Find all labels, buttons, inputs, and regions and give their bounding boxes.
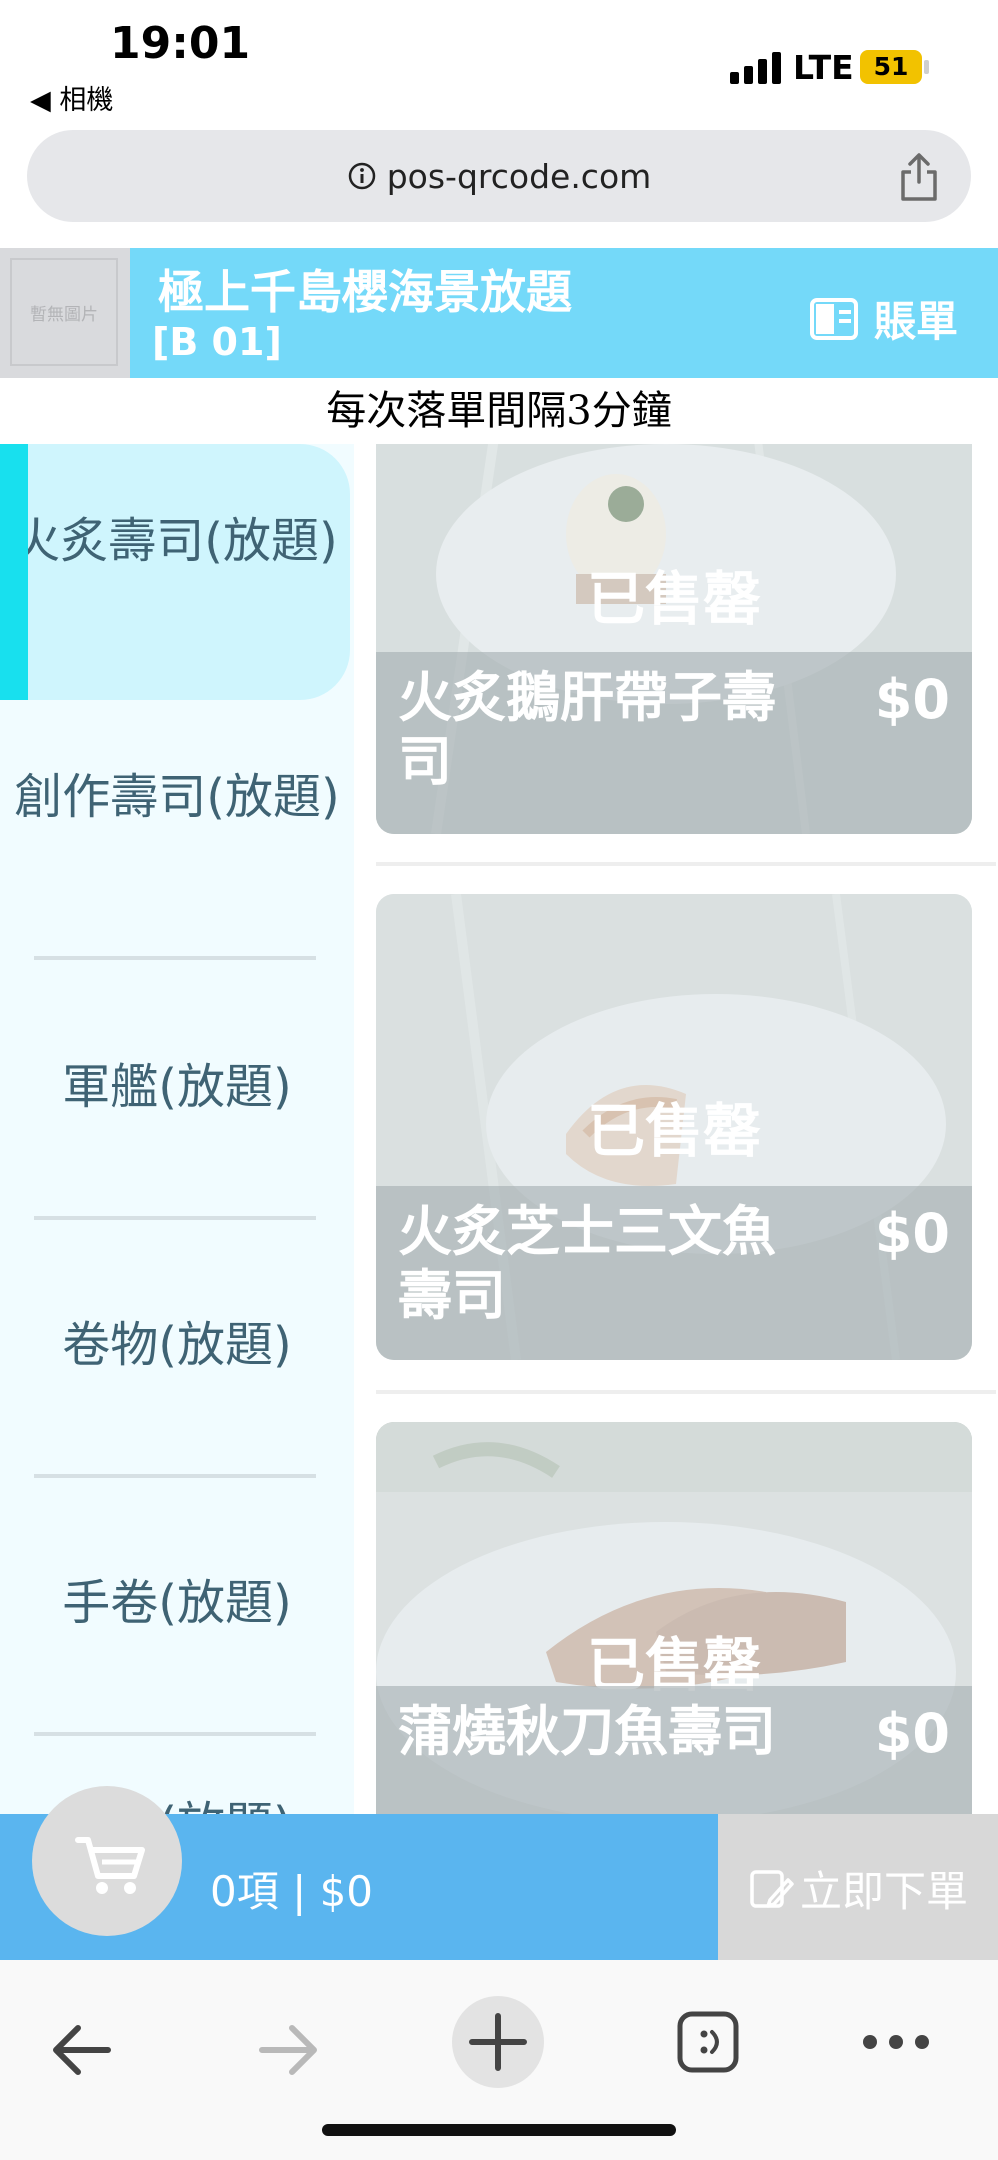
place-order-button[interactable]: 立即下單 xyxy=(718,1814,998,1960)
back-to-app-link[interactable]: ◀ 相機 xyxy=(30,78,113,117)
shop-name: 極上千島櫻海景放題 xyxy=(158,265,572,319)
product-info-strip: 蒲燒秋刀魚壽司 $0 xyxy=(376,1686,972,1814)
active-indicator xyxy=(0,444,28,700)
category-sidebar[interactable]: 火炙壽司(放題) 創作壽司(放題) 軍艦(放題) 卷物(放題) 手卷(放題) 刺… xyxy=(0,444,354,1814)
category-divider xyxy=(34,1732,316,1736)
category-label: 手卷(放題) xyxy=(62,1575,292,1631)
product-card[interactable]: 已售罄 火炙芝士三文魚壽司 $0 xyxy=(376,894,972,1360)
url-text[interactable]: pos-qrcode.com xyxy=(387,157,652,196)
order-interval-notice: 每次落單間隔3分鐘 xyxy=(326,388,672,434)
shop-logo: 暫無圖片 xyxy=(0,248,130,378)
product-list[interactable]: 已售罄 火炙鵝肝帶子壽司 $0 已售罄 火炙芝士三文魚壽司 $0 已售罄 蒲燒秋… xyxy=(354,444,998,1814)
new-tab-button[interactable] xyxy=(452,1996,544,2088)
product-info-strip: 火炙鵝肝帶子壽司 $0 xyxy=(376,652,972,834)
category-hand-rolls[interactable]: 手卷(放題) xyxy=(0,1572,354,1634)
cellular-signal-icon xyxy=(730,52,781,84)
category-label: 卷物(放題) xyxy=(62,1317,292,1373)
product-card[interactable]: 已售罄 火炙鵝肝帶子壽司 $0 xyxy=(376,444,972,834)
back-arrow-icon[interactable] xyxy=(50,2020,114,2080)
cart-summary: 0項 | $0 xyxy=(210,1867,374,1916)
category-divider xyxy=(34,956,316,960)
status-bar: 19:01 ◀ 相機 LTE 51 xyxy=(0,0,998,120)
category-divider xyxy=(34,1216,316,1220)
category-gunkan[interactable]: 軍艦(放題) xyxy=(0,1056,354,1118)
logo-placeholder: 暫無圖片 xyxy=(10,258,118,366)
bill-label: 賬單 xyxy=(873,297,958,346)
product-price: $0 xyxy=(874,1702,950,1765)
cart-button[interactable] xyxy=(32,1786,182,1936)
product-separator xyxy=(376,862,996,866)
plus-icon xyxy=(469,2013,527,2071)
category-label: 軍艦(放題) xyxy=(62,1059,292,1115)
battery-icon: 51 xyxy=(860,50,922,84)
sold-out-label: 已售罄 xyxy=(586,565,761,633)
category-creative-sushi[interactable]: 創作壽司(放題) xyxy=(0,766,354,828)
clock: 19:01 xyxy=(110,18,251,69)
product-price: $0 xyxy=(874,1202,950,1265)
product-card[interactable]: 已售罄 蒲燒秋刀魚壽司 $0 xyxy=(376,1422,972,1814)
category-rolls[interactable]: 卷物(放題) xyxy=(0,1314,354,1376)
product-name: 蒲燒秋刀魚壽司 xyxy=(398,1700,776,1763)
category-grilled-sushi[interactable]: 火炙壽司(放題) xyxy=(0,444,350,700)
edit-order-icon xyxy=(750,1869,794,1908)
category-divider xyxy=(34,1474,316,1478)
category-label: 火炙壽司(放題) xyxy=(12,513,338,569)
product-name: 火炙鵝肝帶子壽司 xyxy=(398,666,776,793)
info-icon[interactable] xyxy=(347,161,377,191)
network-type: LTE xyxy=(793,48,854,87)
sold-out-label: 已售罄 xyxy=(586,1097,761,1165)
product-name: 火炙芝士三文魚壽司 xyxy=(398,1200,776,1327)
forward-arrow-icon[interactable] xyxy=(256,2020,320,2080)
cart-icon xyxy=(75,1837,145,1894)
product-separator xyxy=(376,1390,996,1394)
shop-header: 暫無圖片 極上千島櫻海景放題 [B 01] 賬單 xyxy=(0,248,998,378)
bill-button[interactable]: 賬單 xyxy=(809,288,958,349)
more-menu-icon[interactable] xyxy=(860,2030,932,2054)
battery-tip xyxy=(924,60,929,74)
share-icon[interactable] xyxy=(897,152,941,202)
home-indicator xyxy=(322,2124,676,2136)
place-order-label: 立即下單 xyxy=(800,1867,969,1916)
address-bar[interactable]: pos-qrcode.com xyxy=(27,130,971,222)
category-label: 創作壽司(放題) xyxy=(14,769,340,825)
tabs-icon[interactable] xyxy=(676,2010,740,2074)
bill-icon xyxy=(809,297,858,340)
table-number: [B 01] xyxy=(152,320,282,364)
product-info-strip: 火炙芝士三文魚壽司 $0 xyxy=(376,1186,972,1360)
product-price: $0 xyxy=(874,668,950,731)
